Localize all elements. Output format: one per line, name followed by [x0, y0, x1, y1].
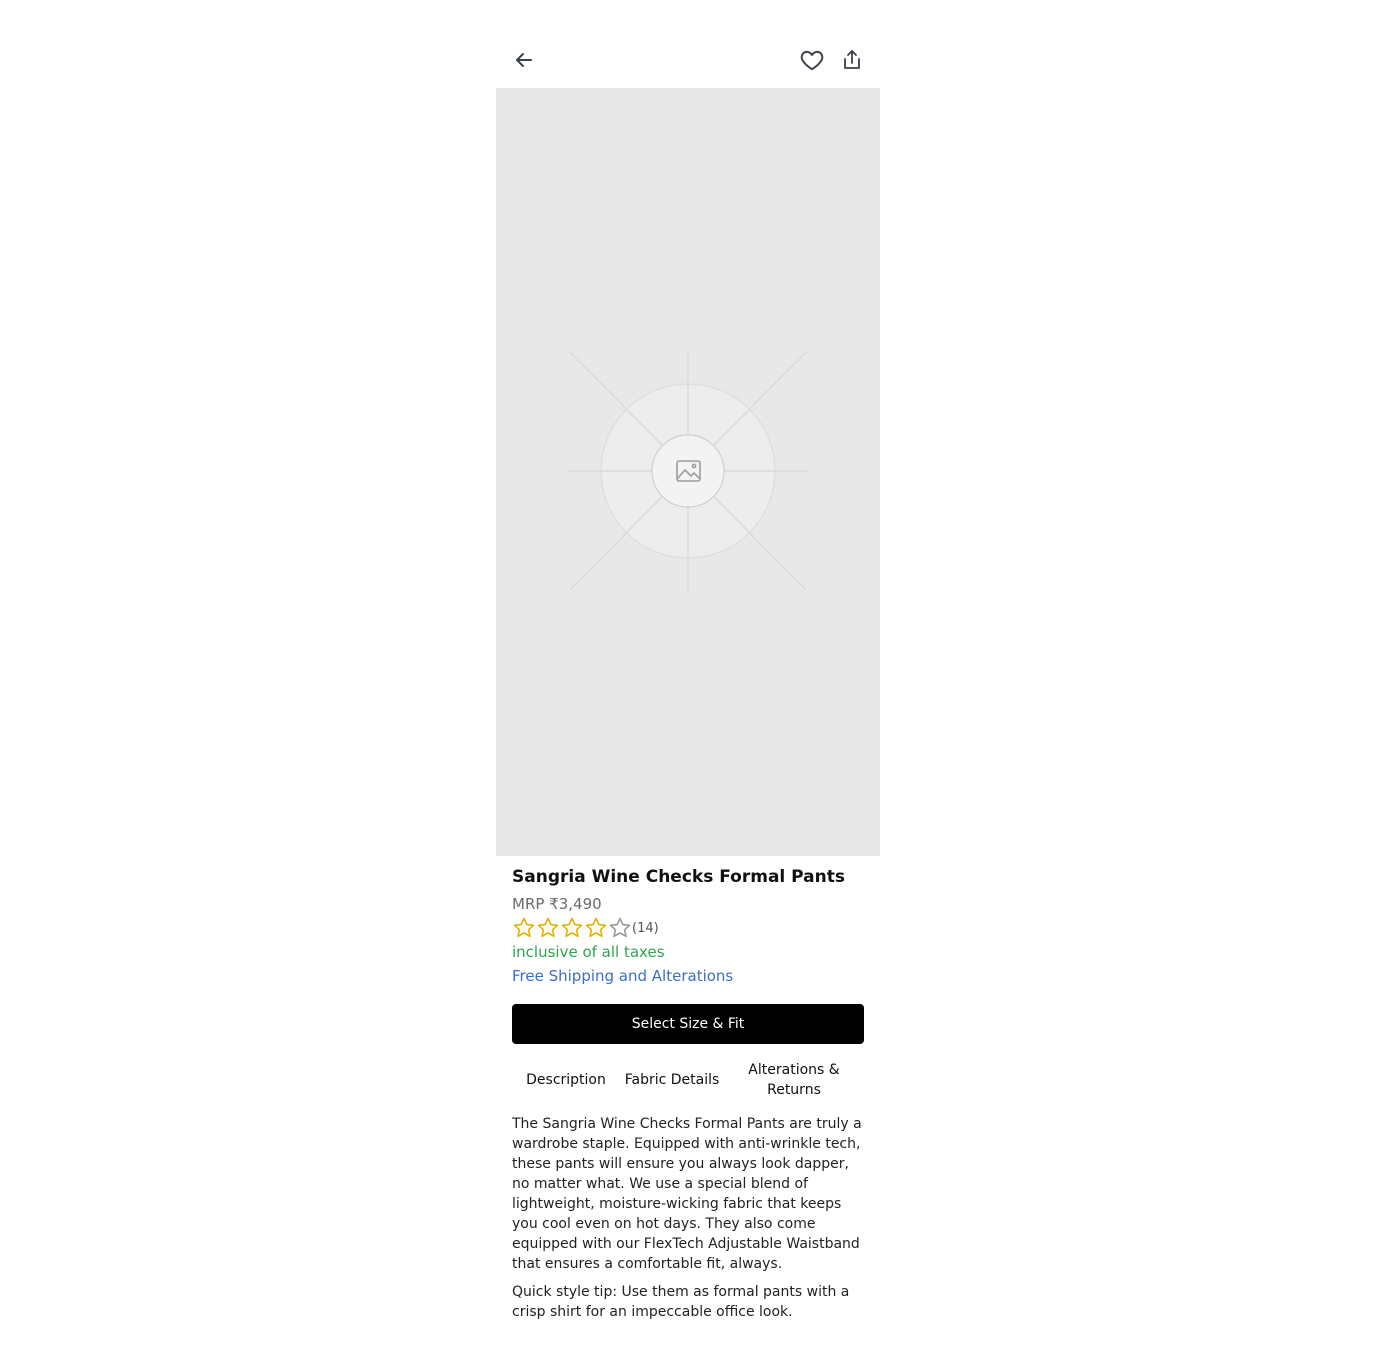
rating-stars: [512, 916, 632, 940]
heart-icon: [800, 50, 824, 71]
product-info: Sangria Wine Checks Formal Pants MRP ₹3,…: [512, 864, 864, 988]
tab-description[interactable]: Description: [512, 1070, 620, 1090]
top-bar: [496, 40, 880, 80]
free-shipping-link[interactable]: Free Shipping and Alterations: [512, 964, 733, 988]
tax-note: inclusive of all taxes: [512, 943, 665, 961]
description-panel: The Sangria Wine Checks Formal Pants are…: [512, 1114, 868, 1330]
info-tabs: Description Fabric Details Alterations &…: [512, 1058, 864, 1102]
favorite-button[interactable]: [792, 40, 832, 80]
share-icon: [844, 50, 860, 69]
product-title: Sangria Wine Checks Formal Pants: [512, 867, 845, 887]
tab-alterations-returns[interactable]: Alterations & Returns: [724, 1060, 864, 1100]
star-filled-icon: [585, 917, 607, 938]
back-button[interactable]: [504, 40, 544, 80]
rating-row[interactable]: (14): [512, 916, 864, 940]
placeholder-graphic: [568, 350, 808, 592]
description-paragraph: The Sangria Wine Checks Formal Pants are…: [512, 1116, 862, 1272]
star-filled-icon: [561, 917, 583, 938]
select-size-fit-button[interactable]: Select Size & Fit: [512, 1004, 864, 1044]
share-button[interactable]: [832, 40, 872, 80]
product-image-placeholder[interactable]: [496, 88, 880, 856]
star-empty-icon: [609, 917, 631, 938]
product-price: MRP ₹3,490: [512, 895, 602, 913]
rating-count: (14): [632, 920, 659, 936]
star-filled-icon: [513, 917, 535, 938]
page: Sangria Wine Checks Formal Pants MRP ₹3,…: [0, 0, 1376, 1364]
product-screen: Sangria Wine Checks Formal Pants MRP ₹3,…: [496, 0, 880, 1364]
arrow-left-icon: [516, 53, 532, 67]
star-filled-icon: [537, 917, 559, 938]
style-tip-paragraph: Quick style tip: Use them as formal pant…: [512, 1284, 850, 1320]
tab-fabric-details[interactable]: Fabric Details: [620, 1070, 724, 1090]
